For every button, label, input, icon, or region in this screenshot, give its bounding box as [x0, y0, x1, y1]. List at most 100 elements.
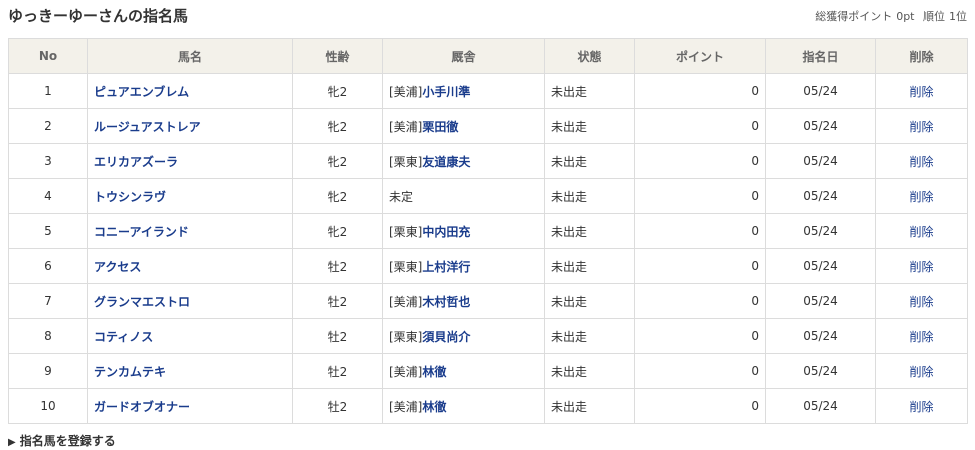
column-header-stable: 厩舎	[382, 38, 545, 74]
stable-cell: [栗東]友道康夫	[382, 143, 545, 179]
table-row: 6 アクセス 牡2 [栗東]上村洋行 未出走 0 05/24 削除	[8, 248, 968, 284]
stable-prefix: [美浦]	[389, 84, 423, 99]
trainer-link[interactable]: 須貝尚介	[422, 330, 470, 344]
horse-name-link[interactable]: アクセス	[94, 260, 141, 274]
nominate-date: 05/24	[765, 318, 876, 354]
horse-name-link[interactable]: コニーアイランド	[94, 225, 189, 239]
points: 0	[634, 248, 766, 284]
row-no: 6	[8, 248, 88, 284]
stable-cell: [美浦]林徹	[382, 388, 545, 424]
table-row: 7 グランマエストロ 牡2 [美浦]木村哲也 未出走 0 05/24 削除	[8, 283, 968, 319]
row-no: 9	[8, 353, 88, 389]
row-no: 4	[8, 178, 88, 214]
nominate-date: 05/24	[765, 73, 876, 109]
delete-cell: 削除	[875, 178, 968, 214]
column-header-horse-name: 馬名	[87, 38, 293, 74]
page-title: ゆっきーゆーさんの指名馬	[8, 7, 189, 25]
delete-button[interactable]: 削除	[909, 85, 933, 99]
trainer-link[interactable]: 林徹	[422, 400, 446, 414]
column-header-sex-age: 性齢	[292, 38, 383, 74]
row-no: 8	[8, 318, 88, 354]
trainer-link[interactable]: 林徹	[422, 365, 446, 379]
horse-name-cell: アクセス	[87, 248, 293, 284]
trainer-link[interactable]: 栗田徹	[422, 120, 458, 134]
sex-age: 牝2	[292, 213, 383, 249]
trainer-link[interactable]: 中内田充	[422, 225, 470, 239]
horse-name-link[interactable]: テンカムテキ	[94, 365, 166, 379]
row-no: 7	[8, 283, 88, 319]
column-header-no: No	[8, 38, 88, 74]
delete-button[interactable]: 削除	[909, 330, 933, 344]
stable-prefix: 未定	[389, 189, 414, 204]
horse-name-link[interactable]: グランマエストロ	[94, 295, 190, 309]
status: 未出走	[544, 353, 635, 389]
sex-age: 牡2	[292, 318, 383, 354]
delete-button[interactable]: 削除	[909, 400, 933, 414]
delete-cell: 削除	[875, 213, 968, 249]
sex-age: 牡2	[292, 388, 383, 424]
nominate-date: 05/24	[765, 178, 876, 214]
delete-button[interactable]: 削除	[909, 155, 933, 169]
page-header: ゆっきーゆーさんの指名馬 総獲得ポイント 0pt 順位 1位	[0, 0, 975, 34]
delete-cell: 削除	[875, 143, 968, 179]
stable-prefix: [栗東]	[389, 154, 423, 169]
horse-name-link[interactable]: エリカアズーラ	[94, 155, 178, 169]
points-label: 総獲得ポイント	[815, 10, 893, 23]
status: 未出走	[544, 248, 635, 284]
horse-name-cell: コティノス	[87, 318, 293, 354]
horse-name-cell: テンカムテキ	[87, 353, 293, 389]
row-no: 2	[8, 108, 88, 144]
horse-name-cell: ピュアエンブレム	[87, 73, 293, 109]
row-no: 1	[8, 73, 88, 109]
register-label: 指名馬を登録する	[19, 434, 116, 448]
points: 0	[634, 353, 766, 389]
stable-cell: [栗東]上村洋行	[382, 248, 545, 284]
horse-name-cell: ガードオブオナー	[87, 388, 293, 424]
status: 未出走	[544, 143, 635, 179]
sex-age: 牝2	[292, 108, 383, 144]
sex-age: 牝2	[292, 178, 383, 214]
delete-button[interactable]: 削除	[909, 225, 933, 239]
table-header-row: No 馬名 性齢 厩舎 状態 ポイント 指名日 削除	[8, 38, 968, 74]
status: 未出走	[544, 283, 635, 319]
trainer-link[interactable]: 小手川準	[422, 85, 470, 99]
horse-name-link[interactable]: トウシンラヴ	[94, 190, 166, 204]
stable-cell: [美浦]林徹	[382, 353, 545, 389]
sex-age: 牡2	[292, 353, 383, 389]
horse-name-link[interactable]: ガードオブオナー	[94, 400, 190, 414]
delete-button[interactable]: 削除	[909, 365, 933, 379]
stable-prefix: [栗東]	[389, 224, 423, 239]
trainer-link[interactable]: 上村洋行	[422, 260, 470, 274]
points: 0	[634, 73, 766, 109]
points: 0	[634, 318, 766, 354]
nominated-horses-table: No 馬名 性齢 厩舎 状態 ポイント 指名日 削除 1 ピュアエンブレム牝2 [美…	[8, 38, 968, 424]
points: 0	[634, 213, 766, 249]
delete-button[interactable]: 削除	[909, 260, 933, 274]
status: 未出走	[544, 108, 635, 144]
stable-cell: [栗東]中内田充	[382, 213, 545, 249]
horse-name-link[interactable]: コティノス	[94, 330, 153, 344]
horse-name-link[interactable]: ピュアエンブレム	[94, 85, 189, 99]
stable-prefix: [美浦]	[389, 119, 423, 134]
nominate-date: 05/24	[765, 213, 876, 249]
trainer-link[interactable]: 友道康夫	[422, 155, 470, 169]
horse-name-cell: ルージュアストレア	[87, 108, 293, 144]
delete-button[interactable]: 削除	[909, 295, 933, 309]
stable-cell: 未定	[382, 178, 545, 214]
sex-age: 牡2	[292, 283, 383, 319]
delete-button[interactable]: 削除	[909, 190, 933, 204]
nominate-date: 05/24	[765, 283, 876, 319]
register-horse-link[interactable]: ▶ 指名馬を登録する	[8, 432, 116, 449]
horse-name-link[interactable]: ルージュアストレア	[94, 120, 201, 134]
triangle-right-icon: ▶	[8, 437, 16, 448]
stable-prefix: [美浦]	[389, 399, 423, 414]
nominate-date: 05/24	[765, 388, 876, 424]
delete-cell: 削除	[875, 108, 968, 144]
status: 未出走	[544, 388, 635, 424]
status: 未出走	[544, 73, 635, 109]
column-header-status: 状態	[544, 38, 635, 74]
nominate-date: 05/24	[765, 108, 876, 144]
points-value: 0pt	[896, 10, 915, 23]
delete-button[interactable]: 削除	[909, 120, 933, 134]
trainer-link[interactable]: 木村哲也	[422, 295, 470, 309]
